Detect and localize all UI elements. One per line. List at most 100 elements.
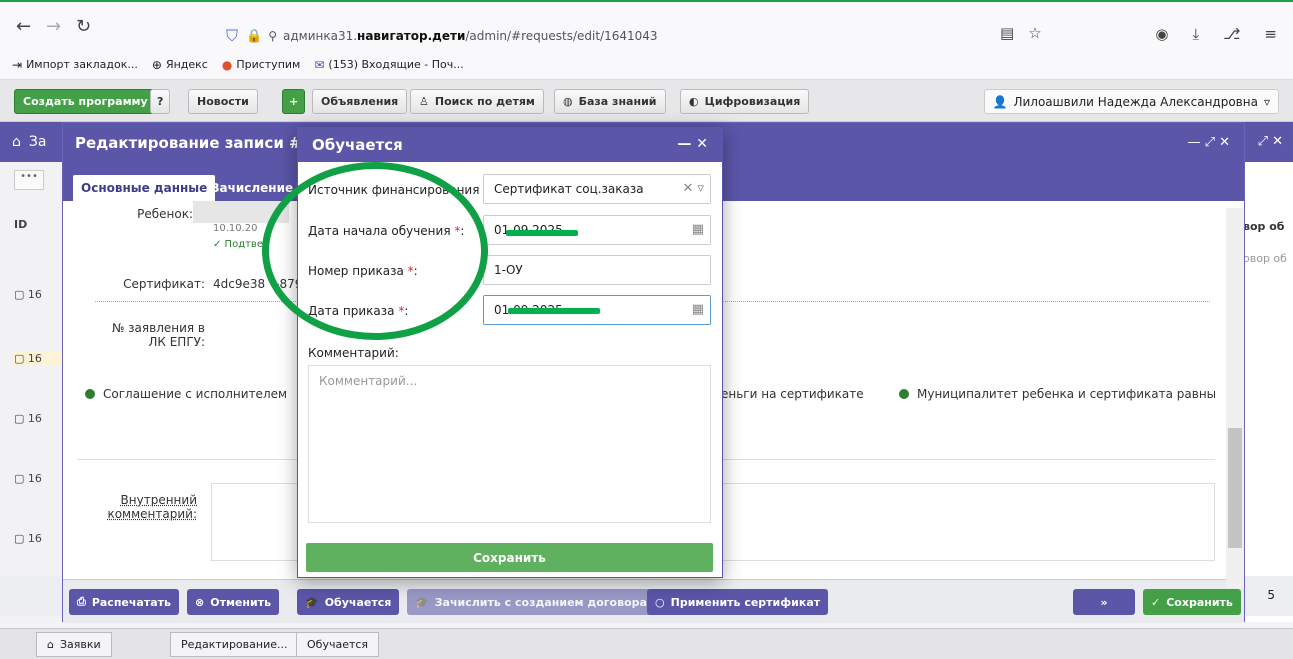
home-icon: ⌂ xyxy=(47,638,54,651)
person-icon: ♙ xyxy=(419,95,429,108)
app-toolbar: Создать программу ? Новости + Объявления… xyxy=(0,80,1293,122)
table-row[interactable]: ▢ 16 xyxy=(14,472,64,485)
certificate-label: Сертификат: xyxy=(123,277,205,291)
order-number-field[interactable]: 1-ОУ xyxy=(483,255,711,285)
task-editing[interactable]: Редактирование... xyxy=(170,632,299,657)
studying-button[interactable]: 🎓 Обучается xyxy=(297,589,400,615)
graduation-cap-icon: 🎓 xyxy=(415,595,429,609)
dialog-save-button[interactable]: Сохранить xyxy=(306,543,713,572)
requests-row-strip xyxy=(0,162,66,622)
printer-icon: ⎙ xyxy=(77,595,86,608)
epgu-label: № заявления в ЛК ЕПГУ: xyxy=(111,321,205,349)
more-dots-button[interactable]: ••• xyxy=(14,170,44,190)
news-button[interactable]: Новости xyxy=(188,89,258,114)
url-text: админка31.навигатор.дети/admin/#requests… xyxy=(283,29,658,43)
table-row[interactable]: ▢ 16 xyxy=(14,288,64,301)
check-agreement: Соглашение с исполнителем xyxy=(85,387,287,401)
contract-header: вор об xyxy=(1243,220,1285,233)
print-button[interactable]: ⎙ Распечатать xyxy=(69,589,179,615)
comment-textarea[interactable]: Комментарий... xyxy=(308,365,711,523)
redaction-mark xyxy=(508,308,600,314)
dialog-title: Обучается — ✕ xyxy=(298,128,722,162)
browser-toolbar: ← → ↻ ⛉ 🔒 ⚲ админка31.навигатор.дети/adm… xyxy=(0,0,1293,50)
digitalization-button[interactable]: ◐ Цифровизация xyxy=(680,89,810,114)
home-icon: ⌂ xyxy=(12,134,21,150)
digital-icon: ◐ xyxy=(689,95,699,108)
menu-icon[interactable]: ≡ xyxy=(1264,25,1277,43)
import-icon: ⇥ xyxy=(12,57,23,72)
globe-icon: ⊕ xyxy=(151,57,162,72)
table-row[interactable]: ▢ 16 xyxy=(14,412,64,425)
status-dot-icon xyxy=(899,389,909,399)
dialog-controls[interactable]: — ✕ xyxy=(677,136,708,152)
shield-icon: ⛉ xyxy=(226,26,239,45)
save-button[interactable]: ✓ Сохранить xyxy=(1143,589,1241,615)
table-row[interactable]: ▢ 16 xyxy=(14,532,64,545)
cancel-circle-icon: ⊗ xyxy=(195,595,205,609)
table-row[interactable]: ▢ 16 xyxy=(14,352,64,365)
start-date-label: Дата начала обучения *: xyxy=(308,224,465,238)
knowledge-base-button[interactable]: ◍ База знаний xyxy=(554,89,666,114)
certificate-value: 4dc9e38 -879 xyxy=(213,277,303,291)
studying-dialog: Обучается — ✕ Источник финансирования *:… xyxy=(297,127,723,578)
scroll-thumb[interactable] xyxy=(1228,428,1242,548)
status-dot-icon xyxy=(85,389,95,399)
circle-icon: ○ xyxy=(655,595,665,609)
graduation-cap-icon: 🎓 xyxy=(305,595,319,609)
user-icon: 👤 xyxy=(992,94,1008,109)
calendar-icon[interactable]: ▦ xyxy=(692,302,704,317)
task-studying[interactable]: Обучается xyxy=(296,632,380,657)
extensions-icon[interactable]: ⎇ xyxy=(1223,25,1240,43)
child-label: Ребенок: xyxy=(137,207,193,221)
id-header: ID xyxy=(14,218,28,231)
forward-arrow-icon[interactable]: → xyxy=(46,16,61,37)
child-name-redacted xyxy=(193,201,289,223)
account-icon[interactable]: ◉ xyxy=(1155,25,1168,43)
funding-select[interactable]: Сертификат соц.заказа ✕ ▿ xyxy=(483,174,711,204)
tab-enrollment[interactable]: Зачисление xyxy=(203,175,301,201)
bookmarks-bar: ⇥ Импорт закладок... ⊕ Яндекс ● Приступим ✉… xyxy=(0,50,1293,80)
download-icon[interactable]: ⤓ xyxy=(1192,25,1199,43)
url-bar[interactable]: ⛉ 🔒 ⚲ админка31.навигатор.дети/admin/#re… xyxy=(226,23,1046,49)
bookmark-mail[interactable]: ✉ (153) Входящие - Поч... xyxy=(314,58,463,72)
task-requests[interactable]: ⌂ Заявки xyxy=(36,632,112,657)
forward-button[interactable]: » xyxy=(1073,589,1135,615)
page-number[interactable]: 5 xyxy=(1267,588,1275,602)
permissions-icon[interactable]: ⚲ xyxy=(268,29,277,43)
window-taskbar: ⌂ Заявки Редактирование... Обучается xyxy=(0,628,1293,659)
window-controls[interactable]: ⤢ ✕ xyxy=(1258,134,1283,149)
back-arrow-icon[interactable]: ← xyxy=(16,16,31,37)
enroll-contract-button[interactable]: 🎓 Зачислить с созданием договора xyxy=(407,589,655,615)
bookmark-yandex[interactable]: ⊕ Яндекс xyxy=(152,58,208,72)
comment-label: Комментарий: xyxy=(308,346,399,360)
redaction-mark xyxy=(506,230,578,236)
clear-chevron-icon[interactable]: ✕ ▿ xyxy=(682,181,704,196)
edit-footer-toolbar: ⎙ Распечатать ⊗ Отменить 🎓 Обучается 🎓 Зачис… xyxy=(63,579,1244,623)
funding-label: Источник финансирования *: xyxy=(308,183,493,197)
vertical-scrollbar[interactable] xyxy=(1226,208,1244,588)
cancel-button[interactable]: ⊗ Отменить xyxy=(187,589,280,615)
internal-comment-label: Внутренний комментарий: xyxy=(107,493,197,521)
plus-icon[interactable]: + xyxy=(282,89,306,114)
contract-filter[interactable]: овор об xyxy=(1243,252,1293,265)
child-date: 10.10.20 xyxy=(213,223,258,234)
create-program-button[interactable]: Создать программу xyxy=(14,89,157,114)
tab-main-data[interactable]: Основные данные xyxy=(73,175,216,201)
mail-icon: ✉ xyxy=(314,57,325,72)
lock-icon[interactable]: 🔒 xyxy=(246,29,262,44)
reader-view-icon[interactable]: ▤ xyxy=(1000,24,1014,42)
apply-certificate-button[interactable]: ○ Применить сертификат xyxy=(647,589,829,615)
bookmark-start[interactable]: ● Приступим xyxy=(222,58,301,72)
user-menu[interactable]: 👤 Лилоашвили Надежда Александровна ▿ xyxy=(983,89,1279,114)
order-number-label: Номер приказа *: xyxy=(308,264,418,278)
child-confirmed: ✓ Подтве xyxy=(213,239,263,250)
chevron-down-icon: ▿ xyxy=(1263,94,1270,109)
announcements-button[interactable]: Объявления xyxy=(312,89,408,114)
calendar-icon[interactable]: ▦ xyxy=(692,222,704,237)
bookmark-import[interactable]: ⇥ Импорт закладок... xyxy=(12,58,138,72)
reload-icon[interactable]: ↻ xyxy=(76,16,91,37)
edit-window-controls[interactable]: — ⤢ ✕ xyxy=(1187,135,1230,150)
search-children-button[interactable]: ♙ Поиск по детям xyxy=(410,89,544,114)
help-icon[interactable]: ? xyxy=(150,89,171,114)
bookmark-star-icon[interactable]: ☆ xyxy=(1028,24,1041,42)
